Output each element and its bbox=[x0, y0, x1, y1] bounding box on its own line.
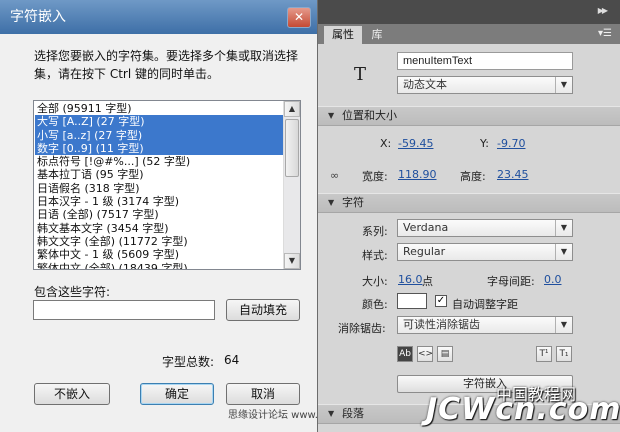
text-type-dropdown[interactable]: 动态文本 ▼ bbox=[397, 76, 573, 94]
character-set-item[interactable]: 韩文文字 (全部) (11772 字型) bbox=[35, 235, 285, 248]
character-set-item[interactable]: 标点符号 [!@#%...] (52 字型) bbox=[35, 155, 285, 168]
cancel-button[interactable]: 取消 bbox=[226, 383, 300, 405]
listbox-scrollbar[interactable]: ▲ ▼ bbox=[283, 101, 300, 269]
y-label: Y: bbox=[480, 137, 489, 150]
x-value[interactable]: -59.45 bbox=[398, 137, 433, 150]
character-section-title: 字符 bbox=[342, 196, 364, 209]
expand-triangle-icon: ▼ bbox=[328, 198, 335, 207]
character-set-item[interactable]: 数字 [0..9] (11 字型) bbox=[35, 141, 285, 156]
expand-triangle-icon: ▼ bbox=[328, 409, 335, 418]
watermark-brand: JCWcn.com bbox=[426, 392, 620, 427]
character-embedding-dialog: 字符嵌入 ✕ 选择您要嵌入的字符集。要选择多个集或取消选择集，请在按下 Ctrl… bbox=[0, 0, 318, 432]
text-tool-icon: T bbox=[354, 64, 367, 85]
letter-spacing-label: 字母间距: bbox=[487, 275, 535, 288]
height-value[interactable]: 23.45 bbox=[497, 168, 529, 181]
superscript-icon[interactable]: T¹ bbox=[536, 346, 552, 362]
lock-proportions-icon[interactable]: ∞ bbox=[330, 169, 339, 182]
collapse-panel-icon[interactable]: ▶▶ bbox=[598, 6, 608, 15]
character-section-header[interactable]: ▼ 字符 bbox=[318, 193, 620, 213]
scroll-down-button[interactable]: ▼ bbox=[284, 253, 300, 269]
chevron-down-icon: ▼ bbox=[555, 77, 572, 93]
selectable-text-icon[interactable]: Ab bbox=[397, 346, 413, 362]
character-set-listbox[interactable]: 全部 (95911 字型) 大写 [A..Z] (27 字型) 小写 [a..z] … bbox=[33, 100, 301, 270]
y-value[interactable]: -9.70 bbox=[497, 137, 525, 150]
font-style-value: Regular bbox=[403, 245, 446, 258]
scroll-thumb[interactable] bbox=[285, 119, 299, 177]
anti-alias-value: 可读性消除锯齿 bbox=[403, 318, 480, 331]
character-set-item[interactable]: 韩文基本文字 (3454 字型) bbox=[35, 222, 285, 235]
include-characters-input[interactable] bbox=[33, 300, 215, 320]
font-style-dropdown[interactable]: Regular ▼ bbox=[397, 243, 573, 261]
character-set-item[interactable]: 繁体中文 (全部) (18439 字型) bbox=[35, 262, 285, 269]
instance-name-input[interactable] bbox=[397, 52, 573, 70]
include-characters-label: 包含这些字符: bbox=[34, 285, 111, 299]
character-set-item[interactable]: 繁体中文 - 1 级 (5609 字型) bbox=[35, 248, 285, 261]
dialog-title-bar: 字符嵌入 bbox=[0, 0, 317, 34]
font-family-dropdown[interactable]: Verdana ▼ bbox=[397, 219, 573, 237]
font-family-value: Verdana bbox=[403, 221, 449, 234]
text-type-value: 动态文本 bbox=[403, 78, 447, 91]
glyph-total-value: 64 bbox=[224, 353, 240, 367]
character-set-item[interactable]: 日本汉字 - 1 级 (3174 字型) bbox=[35, 195, 285, 208]
anti-alias-label: 消除锯齿: bbox=[338, 322, 386, 335]
character-set-item[interactable]: 全部 (95911 字型) bbox=[35, 102, 285, 115]
dialog-title: 字符嵌入 bbox=[10, 9, 66, 25]
panel-header-bar: ▶▶ bbox=[318, 0, 620, 24]
x-label: X: bbox=[380, 137, 392, 150]
width-label: 宽度: bbox=[362, 170, 388, 183]
instructions-text: 选择您要嵌入的字符集。要选择多个集或取消选择集，请在按下 Ctrl 键的同时单击… bbox=[34, 49, 299, 81]
family-label: 系列: bbox=[362, 225, 388, 238]
character-set-item[interactable]: 基本拉丁语 (95 字型) bbox=[35, 168, 285, 181]
character-set-item[interactable]: 日语 (全部) (7517 字型) bbox=[35, 208, 285, 221]
tab-library[interactable]: 库 bbox=[364, 26, 390, 44]
ok-button[interactable]: 确定 bbox=[140, 383, 214, 405]
size-label: 大小: bbox=[362, 275, 388, 288]
style-label: 样式: bbox=[362, 249, 388, 262]
expand-triangle-icon: ▼ bbox=[328, 111, 335, 120]
panel-tabs: 属性 库 ▾☰ bbox=[318, 24, 620, 44]
tab-properties[interactable]: 属性 bbox=[324, 26, 362, 44]
chevron-down-icon: ▼ bbox=[555, 244, 572, 260]
chevron-down-icon: ▼ bbox=[555, 220, 572, 236]
character-set-item[interactable]: 日语假名 (318 字型) bbox=[35, 182, 285, 195]
scroll-up-button[interactable]: ▲ bbox=[284, 101, 300, 117]
letter-spacing-value[interactable]: 0.0 bbox=[544, 273, 562, 286]
color-label: 颜色: bbox=[362, 298, 388, 311]
size-unit: 点 bbox=[422, 275, 433, 288]
autofill-button[interactable]: 自动填充 bbox=[226, 299, 300, 321]
panel-menu-icon[interactable]: ▾☰ bbox=[598, 28, 612, 39]
auto-kern-checkbox[interactable]: ✓ bbox=[435, 295, 447, 307]
position-size-section-header[interactable]: ▼ 位置和大小 bbox=[318, 106, 620, 126]
character-set-item[interactable]: 大写 [A..Z] (27 字型) bbox=[35, 115, 285, 129]
show-border-icon[interactable]: ▤ bbox=[437, 346, 453, 362]
dont-embed-button[interactable]: 不嵌入 bbox=[34, 383, 110, 405]
position-size-section-title: 位置和大小 bbox=[342, 109, 397, 122]
character-set-item[interactable]: 小写 [a..z] (27 字型) bbox=[35, 128, 285, 142]
chevron-down-icon: ▼ bbox=[555, 317, 572, 333]
character-set-items: 全部 (95911 字型) 大写 [A..Z] (27 字型) 小写 [a..z] … bbox=[35, 102, 285, 269]
glyph-total-label: 字型总数: bbox=[162, 355, 215, 369]
paragraph-section-title: 段落 bbox=[342, 407, 364, 420]
text-color-swatch[interactable] bbox=[397, 293, 427, 309]
auto-kern-label: 自动调整字距 bbox=[452, 298, 518, 311]
close-button[interactable]: ✕ bbox=[287, 7, 311, 28]
width-value[interactable]: 118.90 bbox=[398, 168, 437, 181]
anti-alias-dropdown[interactable]: 可读性消除锯齿 ▼ bbox=[397, 316, 573, 334]
subscript-icon[interactable]: T₁ bbox=[556, 346, 572, 362]
size-value[interactable]: 16.0 bbox=[398, 273, 423, 286]
render-html-icon[interactable]: <> bbox=[417, 346, 433, 362]
height-label: 高度: bbox=[460, 170, 486, 183]
